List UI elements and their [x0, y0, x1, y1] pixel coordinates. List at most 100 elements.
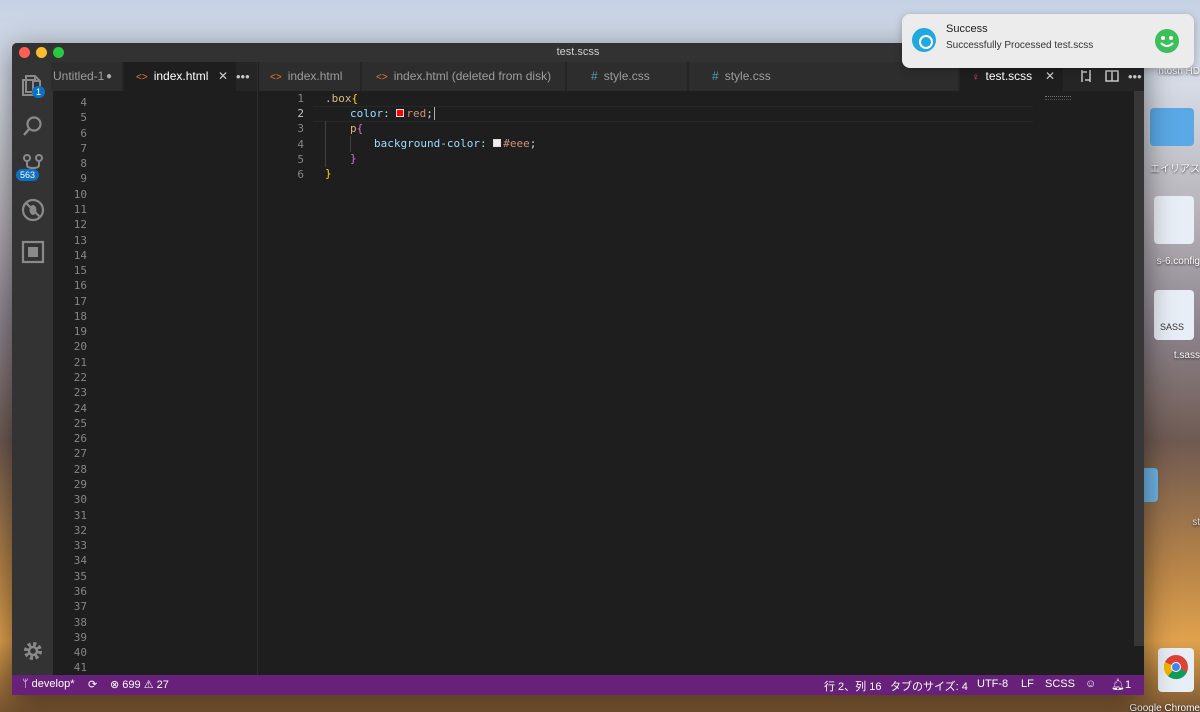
notification-count: 1	[1124, 679, 1132, 691]
line-number: 40	[73, 646, 87, 660]
debug-icon[interactable]	[20, 197, 46, 223]
cursor-position[interactable]: 行 2、列 16	[824, 678, 881, 694]
language-mode[interactable]: SCSS	[1045, 678, 1075, 690]
line-number: 25	[73, 416, 87, 430]
code-line-6[interactable]: }	[325, 167, 332, 180]
color-swatch-eee[interactable]	[493, 139, 502, 147]
feedback-smiley-icon[interactable]: ☺	[1085, 678, 1096, 690]
tab-index-html[interactable]: <> index.html	[259, 62, 361, 91]
code-line-5[interactable]: }	[350, 152, 357, 165]
text-cursor: ​	[433, 107, 435, 120]
settings-gear-icon[interactable]	[20, 638, 46, 664]
line-number: 31	[73, 508, 87, 522]
line-number: 10	[73, 187, 87, 201]
line-number: 5	[80, 111, 87, 125]
bell-icon: 🔔︎	[1111, 679, 1125, 691]
line-number: 16	[73, 279, 87, 293]
sass-file-icon[interactable]: SASS	[1154, 290, 1194, 340]
indent-guide	[325, 121, 326, 167]
selector: .box	[325, 92, 352, 105]
editor-group-right: <> index.html <> index.html (deleted from …	[259, 62, 1144, 675]
notification-title: Success	[946, 23, 988, 35]
desktop-label-alias: エイリアス	[1150, 164, 1200, 175]
tab-index-html-deleted[interactable]: <> index.html (deleted from disk)	[362, 62, 566, 91]
desktop-label-sass: t.sass	[1173, 350, 1200, 361]
line-number: 7	[80, 141, 87, 155]
html-file-icon: <>	[270, 72, 282, 83]
line-number: 28	[73, 462, 87, 476]
problems-indicator[interactable]: ⊗ 699 ⚠ 27	[110, 678, 169, 691]
line-number: 14	[73, 248, 87, 262]
line-number: 21	[73, 355, 87, 369]
git-branch-icon: ᛘ	[22, 678, 32, 690]
editor-group-left: Untitled-1 ● <> index.html ✕ ••• 4 5 6 7 8 9 10…	[51, 62, 258, 675]
tab-size[interactable]: タブのサイズ: 4	[890, 678, 968, 694]
encoding[interactable]: UTF-8	[977, 678, 1008, 690]
property: background-color:	[374, 137, 494, 150]
search-icon[interactable]	[20, 113, 46, 139]
tab-label: test.scss	[985, 69, 1033, 83]
tab-label: Untitled-1	[53, 69, 105, 83]
extensions-icon[interactable]	[20, 239, 46, 265]
line-number: 19	[73, 325, 87, 339]
folder-icon[interactable]	[1150, 108, 1194, 146]
code-line-2[interactable]: color: red;​	[350, 107, 435, 120]
notifications-indicator[interactable]: 🔔︎1	[1111, 678, 1131, 691]
code-line-4[interactable]: background-color: #eee;	[374, 137, 536, 150]
more-actions-icon[interactable]: •••	[236, 62, 250, 91]
line-number: 4	[297, 137, 304, 151]
indent-guide	[350, 136, 351, 152]
explorer-icon[interactable]: 1	[20, 72, 46, 98]
property: color:	[350, 107, 397, 120]
chrome-icon[interactable]	[1158, 648, 1194, 692]
value: red	[406, 107, 427, 120]
line-number: 22	[73, 371, 87, 385]
line-number: 8	[80, 157, 87, 171]
line-number: 12	[73, 218, 87, 232]
tab-label: style.css	[603, 69, 650, 83]
code-line-1[interactable]: .box{	[325, 92, 358, 105]
tab-index-html[interactable]: <> index.html ✕	[124, 62, 237, 91]
line-number: 4	[80, 96, 87, 109]
selector: p	[350, 122, 357, 135]
line-number: 23	[73, 386, 87, 400]
explorer-badge: 1	[32, 86, 46, 98]
branch-name: develop*	[31, 678, 75, 690]
tab-style-css[interactable]: # style.css	[567, 62, 688, 91]
line-number: 3	[297, 122, 304, 136]
code-line-3[interactable]: p{	[350, 122, 363, 135]
sync-icon[interactable]: ⟳	[88, 678, 97, 691]
desktop: ntosh HD エイリアス s-6.config SASS t.sass st…	[1129, 0, 1200, 712]
source-control-icon[interactable]: 563	[16, 153, 46, 181]
line-number: 13	[73, 233, 87, 247]
brace: {	[356, 122, 364, 135]
vscode-window: test.scss 1 563 Untitled-1 ● <> index.ht…	[12, 43, 1144, 695]
brace: }	[325, 167, 332, 180]
tab-label: index.html	[287, 69, 343, 83]
unsaved-dot-icon: ●	[105, 71, 112, 82]
warning-count: 27	[156, 679, 169, 691]
error-icon: ⊗	[110, 679, 123, 691]
color-swatch-red[interactable]	[396, 109, 405, 117]
tab-untitled-1[interactable]: Untitled-1 ●	[51, 62, 123, 91]
config-file-icon[interactable]	[1154, 196, 1194, 244]
desktop-label-chrome: Google Chrome	[1129, 703, 1200, 712]
error-count: 699	[122, 679, 141, 691]
sass-file-label: SASS	[1160, 322, 1185, 332]
activity-bar: 1 563	[12, 62, 53, 675]
tab-label: style.css	[724, 69, 771, 83]
success-notification[interactable]: Success Successfully Processed test.scss	[902, 14, 1194, 68]
line-number: 26	[73, 432, 87, 446]
line-number: 29	[73, 478, 87, 491]
branch-indicator[interactable]: ᛘ develop*	[22, 678, 74, 690]
sass-app-icon	[912, 28, 936, 52]
end-of-line[interactable]: LF	[1021, 678, 1034, 690]
close-tab-icon[interactable]: ✕	[218, 62, 228, 91]
source-control-badge: 563	[16, 169, 40, 181]
tab-bar-left: Untitled-1 ● <> index.html ✕ •••	[51, 62, 257, 91]
semicolon: ;	[529, 137, 537, 150]
smiley-face-icon	[1155, 29, 1179, 53]
minimap[interactable]	[1045, 96, 1071, 100]
vertical-scrollbar[interactable]	[1134, 91, 1144, 646]
line-number: 2	[297, 107, 304, 121]
